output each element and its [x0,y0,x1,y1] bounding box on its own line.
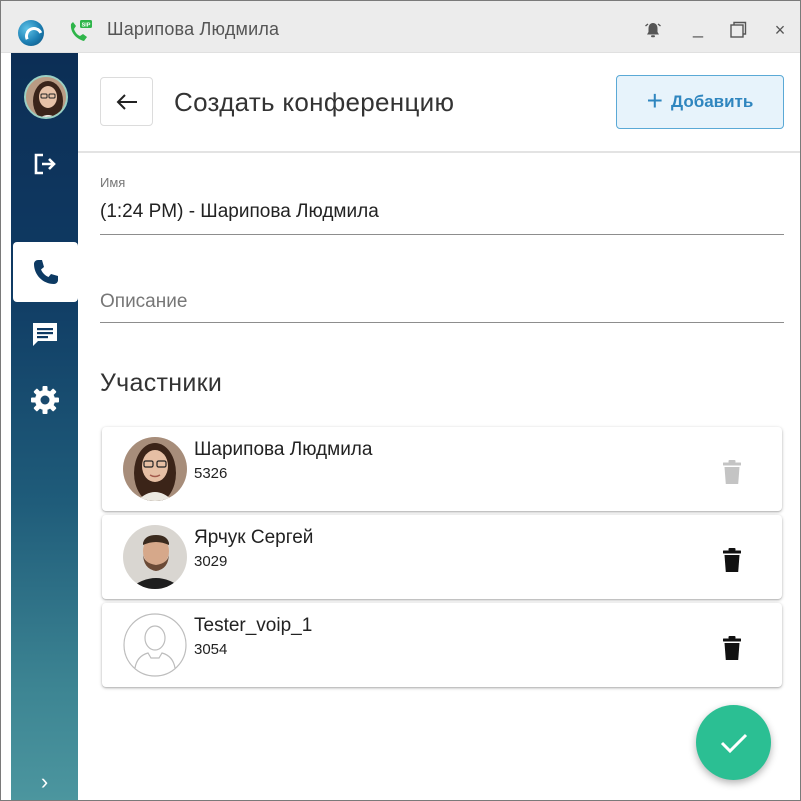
main-panel: Создать конференцию + Добавить Имя (1:24… [78,53,800,800]
trash-icon [723,460,741,484]
list-item: Шарипова Людмила 5326 [102,427,782,511]
back-button[interactable] [100,77,153,126]
name-field[interactable]: Имя (1:24 PM) - Шарипова Людмила [100,175,784,235]
delete-participant-button[interactable] [722,547,742,573]
name-field-value[interactable]: (1:24 PM) - Шарипова Людмила [100,201,379,223]
sidebar: › [11,53,78,800]
participant-name: Ярчук Сергей [194,527,314,548]
sip-phone-icon: SIP [65,18,93,46]
svg-text:SIP: SIP [82,22,91,28]
participants-title: Участники [100,369,223,397]
expand-sidebar-button[interactable]: › [11,753,78,800]
sidebar-item-settings[interactable] [11,371,78,429]
participant-avatar [123,437,187,501]
plus-icon: + [646,85,663,116]
arrow-left-icon [116,93,137,110]
close-icon[interactable]: × [769,19,791,41]
name-field-label: Имя [100,175,126,190]
description-placeholder: Описание [100,291,188,312]
sidebar-item-calls[interactable] [13,242,78,302]
participant-avatar [123,613,187,677]
logout-button[interactable] [11,135,78,193]
list-item: Tester_voip_1 3054 [102,603,782,687]
page-title: Создать конференцию [174,87,455,117]
minimize-icon[interactable]: _ [687,17,709,39]
phone-icon [33,260,58,284]
checkmark-icon [720,733,747,753]
participant-name: Шарипова Людмила [194,439,373,460]
chevron-right-icon: › [40,769,49,794]
participant-extension: 5326 [194,465,228,482]
trash-icon [723,636,741,660]
confirm-create-button[interactable] [696,705,771,780]
page-header: Создать конференцию + Добавить [78,53,800,153]
chat-icon [32,323,57,346]
app-window: SIP Шарипова Людмила _ × › Создать конфе… [0,0,801,801]
delete-participant-button [722,459,742,485]
maximize-icon[interactable] [727,19,749,41]
participant-avatar [123,525,187,589]
window-title: Шарипова Людмила [107,19,280,39]
trash-icon [723,548,741,572]
app-logo-icon [18,20,44,46]
title-bar: SIP Шарипова Людмила _ × [1,1,800,53]
alarm-icon[interactable] [642,19,664,41]
delete-participant-button[interactable] [722,635,742,661]
add-participant-button[interactable]: + Добавить [616,75,784,129]
participant-name: Tester_voip_1 [194,615,313,636]
participant-extension: 3054 [194,641,228,658]
add-button-label: Добавить [671,92,754,111]
user-avatar[interactable] [24,75,68,119]
description-field[interactable]: Описание [100,285,784,323]
participant-extension: 3029 [194,553,228,570]
sidebar-item-chat[interactable] [11,306,78,364]
list-item: Ярчук Сергей 3029 [102,515,782,599]
logout-icon [34,153,56,175]
gear-icon [30,386,59,414]
